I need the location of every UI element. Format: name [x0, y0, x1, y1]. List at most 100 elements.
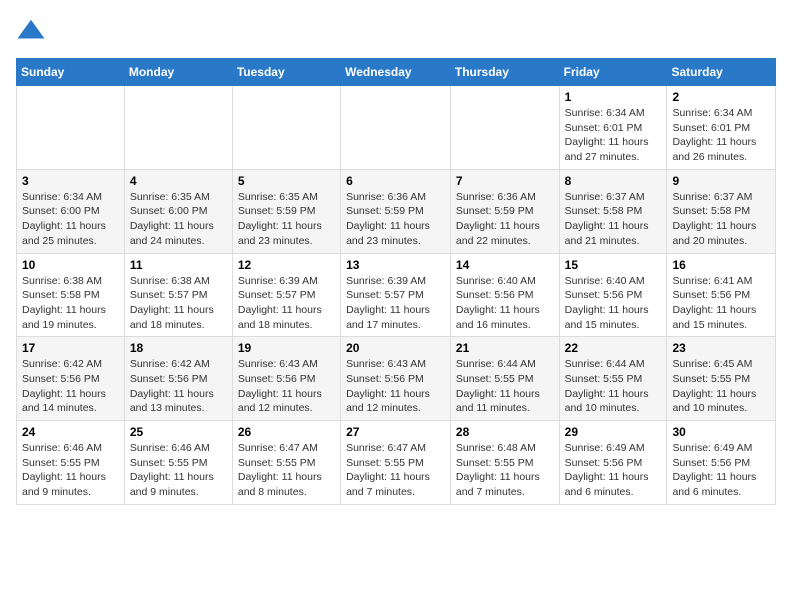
- day-info: Sunrise: 6:34 AM Sunset: 6:01 PM Dayligh…: [672, 106, 770, 165]
- day-number: 20: [346, 341, 445, 355]
- calendar-cell: 22Sunrise: 6:44 AM Sunset: 5:55 PM Dayli…: [559, 337, 667, 421]
- page-header: [16, 16, 776, 46]
- weekday-header: Saturday: [667, 59, 776, 86]
- day-info: Sunrise: 6:34 AM Sunset: 6:00 PM Dayligh…: [22, 190, 119, 249]
- day-number: 9: [672, 174, 770, 188]
- calendar: SundayMondayTuesdayWednesdayThursdayFrid…: [16, 58, 776, 505]
- calendar-cell: 26Sunrise: 6:47 AM Sunset: 5:55 PM Dayli…: [232, 421, 340, 505]
- day-number: 10: [22, 258, 119, 272]
- day-number: 18: [130, 341, 227, 355]
- day-info: Sunrise: 6:35 AM Sunset: 6:00 PM Dayligh…: [130, 190, 227, 249]
- day-info: Sunrise: 6:40 AM Sunset: 5:56 PM Dayligh…: [565, 274, 662, 333]
- day-number: 29: [565, 425, 662, 439]
- calendar-cell: 16 Sunrise: 6:41 AM Sunset: 5:56 PM Dayli…: [667, 253, 776, 337]
- calendar-cell: 24 Sunrise: 6:46 AM Sunset: 5:55 PM Dayli…: [17, 421, 125, 505]
- day-number: 6: [346, 174, 445, 188]
- calendar-cell: 18 Sunrise: 6:42 AM Sunset: 5:56 PM Dayli…: [124, 337, 232, 421]
- day-info: Sunrise: 6:48 AM Sunset: 5:55 PM Dayligh…: [456, 441, 554, 500]
- day-number: 15: [565, 258, 662, 272]
- logo: [16, 16, 50, 46]
- day-info: Sunrise: 6:46 AM Sunset: 5:55 PM Dayligh…: [22, 441, 119, 500]
- calendar-cell: 8Sunrise: 6:37 AM Sunset: 5:58 PM Daylig…: [559, 169, 667, 253]
- calendar-cell: 19 Sunrise: 6:43 AM Sunset: 5:56 PM Dayli…: [232, 337, 340, 421]
- day-number: 26: [238, 425, 335, 439]
- weekday-header: Sunday: [17, 59, 125, 86]
- day-info: Sunrise: 6:45 AM Sunset: 5:55 PM Dayligh…: [672, 357, 770, 416]
- calendar-cell: 7 Sunrise: 6:36 AM Sunset: 5:59 PM Daylig…: [450, 169, 559, 253]
- calendar-cell: 11 Sunrise: 6:38 AM Sunset: 5:57 PM Dayli…: [124, 253, 232, 337]
- day-info: Sunrise: 6:41 AM Sunset: 5:56 PM Dayligh…: [672, 274, 770, 333]
- calendar-cell: 27 Sunrise: 6:47 AM Sunset: 5:55 PM Dayli…: [341, 421, 451, 505]
- calendar-cell: 6 Sunrise: 6:36 AM Sunset: 5:59 PM Daylig…: [341, 169, 451, 253]
- day-number: 27: [346, 425, 445, 439]
- calendar-cell: 2 Sunrise: 6:34 AM Sunset: 6:01 PM Daylig…: [667, 86, 776, 170]
- calendar-cell: 29 Sunrise: 6:49 AM Sunset: 5:56 PM Dayli…: [559, 421, 667, 505]
- calendar-cell: [341, 86, 451, 170]
- calendar-cell: [232, 86, 340, 170]
- calendar-cell: 21 Sunrise: 6:44 AM Sunset: 5:55 PM Dayli…: [450, 337, 559, 421]
- calendar-cell: 20 Sunrise: 6:43 AM Sunset: 5:56 PM Dayli…: [341, 337, 451, 421]
- day-info: Sunrise: 6:38 AM Sunset: 5:58 PM Dayligh…: [22, 274, 119, 333]
- day-info: Sunrise: 6:44 AM Sunset: 5:55 PM Dayligh…: [456, 357, 554, 416]
- day-number: 25: [130, 425, 227, 439]
- day-info: Sunrise: 6:37 AM Sunset: 5:58 PM Dayligh…: [672, 190, 770, 249]
- day-number: 11: [130, 258, 227, 272]
- day-info: Sunrise: 6:43 AM Sunset: 5:56 PM Dayligh…: [238, 357, 335, 416]
- day-number: 5: [238, 174, 335, 188]
- calendar-cell: [124, 86, 232, 170]
- day-info: Sunrise: 6:42 AM Sunset: 5:56 PM Dayligh…: [130, 357, 227, 416]
- day-number: 3: [22, 174, 119, 188]
- calendar-cell: 25 Sunrise: 6:46 AM Sunset: 5:55 PM Dayli…: [124, 421, 232, 505]
- weekday-header: Friday: [559, 59, 667, 86]
- logo-icon: [16, 16, 46, 46]
- day-number: 30: [672, 425, 770, 439]
- weekday-header-row: SundayMondayTuesdayWednesdayThursdayFrid…: [17, 59, 776, 86]
- day-info: Sunrise: 6:40 AM Sunset: 5:56 PM Dayligh…: [456, 274, 554, 333]
- calendar-week-row: 3 Sunrise: 6:34 AM Sunset: 6:00 PM Daylig…: [17, 169, 776, 253]
- calendar-cell: 30 Sunrise: 6:49 AM Sunset: 5:56 PM Dayli…: [667, 421, 776, 505]
- day-info: Sunrise: 6:37 AM Sunset: 5:58 PM Dayligh…: [565, 190, 662, 249]
- calendar-cell: 4 Sunrise: 6:35 AM Sunset: 6:00 PM Daylig…: [124, 169, 232, 253]
- day-info: Sunrise: 6:39 AM Sunset: 5:57 PM Dayligh…: [238, 274, 335, 333]
- weekday-header: Wednesday: [341, 59, 451, 86]
- calendar-cell: 17Sunrise: 6:42 AM Sunset: 5:56 PM Dayli…: [17, 337, 125, 421]
- calendar-cell: 12 Sunrise: 6:39 AM Sunset: 5:57 PM Dayli…: [232, 253, 340, 337]
- calendar-week-row: 10 Sunrise: 6:38 AM Sunset: 5:58 PM Dayli…: [17, 253, 776, 337]
- calendar-cell: 1 Sunrise: 6:34 AM Sunset: 6:01 PM Daylig…: [559, 86, 667, 170]
- day-number: 1: [565, 90, 662, 104]
- day-number: 4: [130, 174, 227, 188]
- day-number: 16: [672, 258, 770, 272]
- day-number: 21: [456, 341, 554, 355]
- day-info: Sunrise: 6:34 AM Sunset: 6:01 PM Dayligh…: [565, 106, 662, 165]
- day-info: Sunrise: 6:49 AM Sunset: 5:56 PM Dayligh…: [672, 441, 770, 500]
- calendar-cell: [17, 86, 125, 170]
- calendar-cell: 23 Sunrise: 6:45 AM Sunset: 5:55 PM Dayli…: [667, 337, 776, 421]
- weekday-header: Monday: [124, 59, 232, 86]
- day-number: 28: [456, 425, 554, 439]
- day-info: Sunrise: 6:43 AM Sunset: 5:56 PM Dayligh…: [346, 357, 445, 416]
- day-number: 24: [22, 425, 119, 439]
- day-info: Sunrise: 6:38 AM Sunset: 5:57 PM Dayligh…: [130, 274, 227, 333]
- calendar-week-row: 1 Sunrise: 6:34 AM Sunset: 6:01 PM Daylig…: [17, 86, 776, 170]
- day-info: Sunrise: 6:36 AM Sunset: 5:59 PM Dayligh…: [456, 190, 554, 249]
- weekday-header: Thursday: [450, 59, 559, 86]
- day-number: 2: [672, 90, 770, 104]
- day-info: Sunrise: 6:42 AM Sunset: 5:56 PM Dayligh…: [22, 357, 119, 416]
- calendar-cell: 10 Sunrise: 6:38 AM Sunset: 5:58 PM Dayli…: [17, 253, 125, 337]
- day-number: 7: [456, 174, 554, 188]
- day-number: 19: [238, 341, 335, 355]
- day-info: Sunrise: 6:35 AM Sunset: 5:59 PM Dayligh…: [238, 190, 335, 249]
- day-info: Sunrise: 6:44 AM Sunset: 5:55 PM Dayligh…: [565, 357, 662, 416]
- calendar-cell: 15 Sunrise: 6:40 AM Sunset: 5:56 PM Dayli…: [559, 253, 667, 337]
- day-number: 23: [672, 341, 770, 355]
- day-number: 13: [346, 258, 445, 272]
- day-info: Sunrise: 6:36 AM Sunset: 5:59 PM Dayligh…: [346, 190, 445, 249]
- day-info: Sunrise: 6:39 AM Sunset: 5:57 PM Dayligh…: [346, 274, 445, 333]
- calendar-cell: 9 Sunrise: 6:37 AM Sunset: 5:58 PM Daylig…: [667, 169, 776, 253]
- day-number: 14: [456, 258, 554, 272]
- calendar-week-row: 17Sunrise: 6:42 AM Sunset: 5:56 PM Dayli…: [17, 337, 776, 421]
- day-number: 12: [238, 258, 335, 272]
- day-info: Sunrise: 6:49 AM Sunset: 5:56 PM Dayligh…: [565, 441, 662, 500]
- day-info: Sunrise: 6:47 AM Sunset: 5:55 PM Dayligh…: [346, 441, 445, 500]
- day-info: Sunrise: 6:46 AM Sunset: 5:55 PM Dayligh…: [130, 441, 227, 500]
